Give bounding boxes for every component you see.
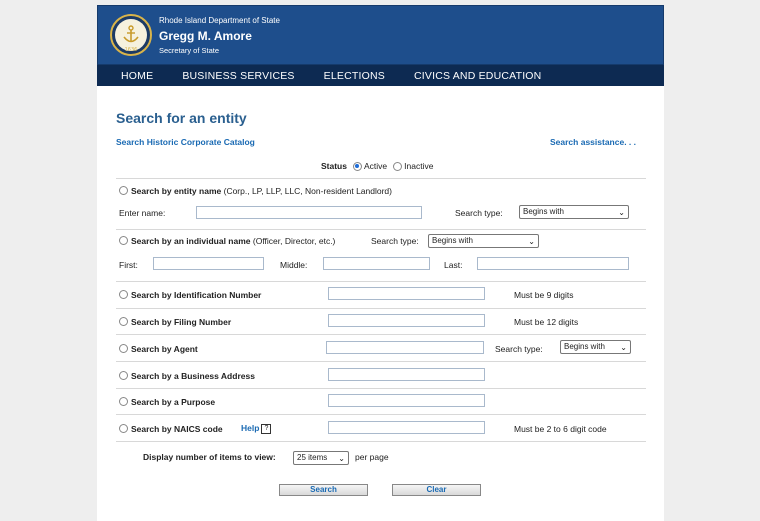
entity-name-radio[interactable]: [119, 186, 128, 195]
naics-input[interactable]: [328, 421, 485, 434]
middle-name-input[interactable]: [323, 257, 430, 270]
department-name: Rhode Island Department of State: [159, 16, 280, 25]
naics-label: Search by NAICS code: [131, 424, 223, 434]
divider: [116, 361, 646, 362]
id-number-input[interactable]: [328, 287, 485, 300]
middle-name-label: Middle:: [280, 260, 308, 270]
id-number-radio[interactable]: [119, 290, 128, 299]
first-name-input[interactable]: [153, 257, 264, 270]
entity-name-input[interactable]: [196, 206, 422, 219]
items-per-page-label: Display number of items to view:: [143, 452, 276, 462]
official-name: Gregg M. Amore: [159, 29, 252, 43]
status-inactive-label: Inactive: [404, 161, 434, 171]
chevron-down-icon: ⌄: [528, 237, 535, 246]
items-per-page-select[interactable]: 25 items ⌄: [293, 451, 349, 465]
individual-name-radio[interactable]: [119, 236, 128, 245]
filing-number-label: Search by Filing Number: [131, 317, 232, 327]
page-title: Search for an entity: [116, 110, 247, 126]
individual-search-type-label: Search type:: [371, 236, 419, 246]
entity-search-type-label: Search type:: [455, 208, 503, 218]
clear-button[interactable]: Clear: [392, 484, 481, 496]
status-inactive-radio[interactable]: [393, 161, 403, 171]
individual-name-option: Search by an individual name (Officer, D…: [131, 236, 335, 246]
individual-name-label: Search by an individual name: [131, 236, 251, 246]
historic-catalog-link[interactable]: Search Historic Corporate Catalog: [116, 137, 255, 147]
naics-hint: Must be 2 to 6 digit code: [514, 424, 607, 434]
purpose-input[interactable]: [328, 394, 485, 407]
individual-name-note: (Officer, Director, etc.): [252, 236, 336, 246]
purpose-radio[interactable]: [119, 397, 128, 406]
main-nav: HOME BUSINESS SERVICES ELECTIONS CIVICS …: [97, 65, 664, 86]
divider: [116, 178, 646, 179]
entity-name-label: Search by entity name: [131, 186, 222, 196]
id-number-label: Search by Identification Number: [131, 290, 262, 300]
naics-help: Help?: [241, 423, 272, 434]
nav-elections[interactable]: ELECTIONS: [324, 70, 385, 82]
site-header: 1636 Rhode Island Department of State Gr…: [97, 5, 664, 65]
naics-radio[interactable]: [119, 424, 128, 433]
status-label: Status: [321, 161, 347, 171]
divider: [116, 308, 646, 309]
divider: [116, 414, 646, 415]
entity-name-note: (Corp., LP, LLP, LLC, Non-resident Landl…: [223, 186, 392, 196]
entity-search-type-value: Begins with: [523, 207, 564, 216]
state-seal-logo: 1636: [110, 14, 152, 56]
enter-name-label: Enter name:: [119, 208, 166, 218]
filing-number-input[interactable]: [328, 314, 485, 327]
chevron-down-icon: ⌄: [620, 343, 627, 352]
seal-year: 1636: [124, 47, 138, 53]
individual-search-type-value: Begins with: [432, 236, 473, 245]
divider: [116, 388, 646, 389]
page-container: 1636 Rhode Island Department of State Gr…: [97, 5, 664, 521]
agent-radio[interactable]: [119, 344, 128, 353]
business-address-label: Search by a Business Address: [131, 371, 255, 381]
agent-search-type-select[interactable]: Begins with ⌄: [560, 340, 631, 354]
filing-number-hint: Must be 12 digits: [514, 317, 579, 327]
nav-business-services[interactable]: BUSINESS SERVICES: [182, 70, 294, 82]
status-active-radio[interactable]: [352, 161, 362, 171]
agent-label: Search by Agent: [131, 344, 198, 354]
anchor-icon: [123, 25, 139, 43]
items-per-page-suffix: per page: [355, 452, 389, 462]
items-per-page-value: 25 items: [297, 453, 328, 462]
nav-home[interactable]: HOME: [121, 70, 153, 82]
divider: [116, 281, 646, 282]
nav-civics-education[interactable]: CIVICS AND EDUCATION: [414, 70, 542, 82]
last-name-input[interactable]: [477, 257, 629, 270]
business-address-input[interactable]: [328, 368, 485, 381]
agent-input[interactable]: [326, 341, 484, 354]
entity-search-type-select[interactable]: Begins with ⌄: [519, 205, 629, 219]
chevron-down-icon: ⌄: [618, 208, 625, 217]
divider: [116, 334, 646, 335]
status-active-label: Active: [363, 161, 388, 171]
business-address-radio[interactable]: [119, 371, 128, 380]
divider: [116, 441, 646, 442]
chevron-down-icon: ⌄: [338, 454, 345, 463]
naics-help-link[interactable]: Help: [241, 423, 259, 433]
purpose-label: Search by a Purpose: [131, 397, 216, 407]
first-name-label: First:: [119, 260, 138, 270]
filing-number-radio[interactable]: [119, 317, 128, 326]
last-name-label: Last:: [444, 260, 463, 270]
official-title: Secretary of State: [159, 46, 220, 55]
agent-search-type-value: Begins with: [564, 342, 605, 351]
entity-name-option: Search by entity name (Corp., LP, LLP, L…: [131, 186, 392, 196]
help-icon[interactable]: ?: [261, 423, 272, 434]
divider: [116, 229, 646, 230]
search-assistance-link[interactable]: Search assistance. . .: [550, 137, 636, 147]
search-button[interactable]: Search: [279, 484, 368, 496]
agent-search-type-label: Search type:: [495, 344, 543, 354]
status-filter: Status Active Inactive: [321, 161, 433, 171]
individual-search-type-select[interactable]: Begins with ⌄: [428, 234, 539, 248]
id-number-hint: Must be 9 digits: [514, 290, 574, 300]
